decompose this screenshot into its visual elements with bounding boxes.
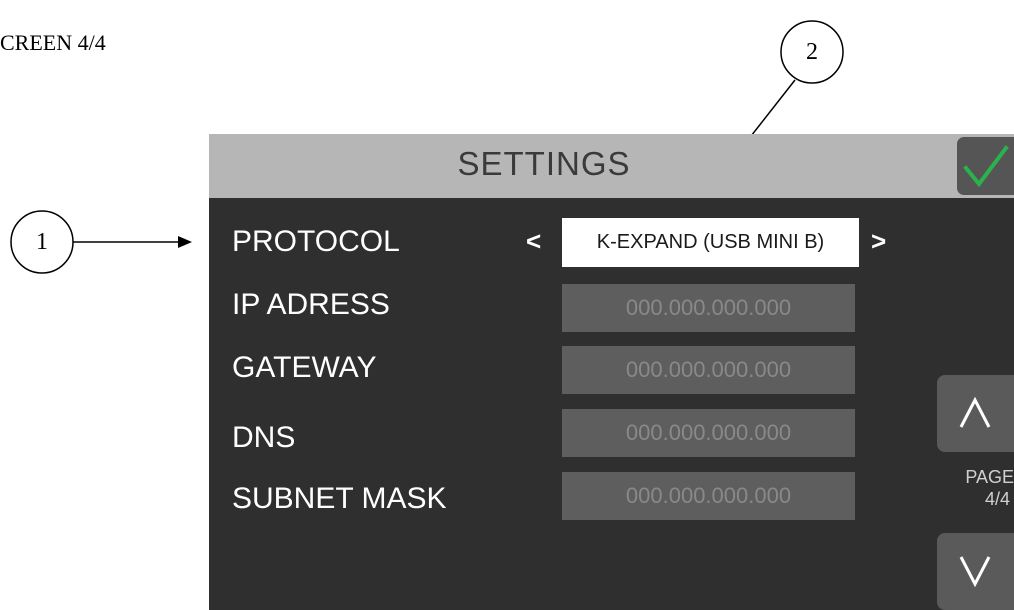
gateway-label: GATEWAY (232, 351, 377, 384)
page-title: SETTINGS (457, 145, 631, 182)
dns-label: DNS (232, 421, 296, 454)
chevron-up-icon (959, 396, 991, 428)
page-indicator: PAGE 4/4 (937, 466, 1014, 510)
gateway-field[interactable]: 000.000.000.000 (562, 346, 855, 394)
page-up-button[interactable] (937, 375, 1014, 452)
dns-field[interactable]: 000.000.000.000 (562, 409, 855, 457)
ip-address-field[interactable]: 000.000.000.000 (562, 284, 855, 332)
protocol-label: PROTOCOL (232, 225, 400, 258)
ip-address-label: IP ADRESS (232, 288, 390, 321)
subnet-mask-field[interactable]: 000.000.000.000 (562, 472, 855, 520)
callout-number-2: 2 (806, 39, 818, 65)
page-indicator-label: PAGE (965, 467, 1014, 487)
subnet-mask-label: SUBNET MASK (232, 482, 447, 515)
header-bar: SETTINGS (209, 134, 1014, 198)
page-down-button[interactable] (937, 533, 1014, 610)
confirm-button[interactable] (957, 137, 1014, 195)
callout-arrowhead-1 (178, 236, 192, 248)
chevron-down-icon (959, 556, 991, 588)
check-icon (963, 145, 1009, 188)
protocol-prev-button[interactable]: < (526, 226, 541, 257)
page-indicator-count: 4/4 (984, 489, 1010, 509)
settings-screen: SETTINGS PROTOCOL < K-EXPAND (USB MINI B… (209, 134, 1014, 610)
document-caption: CREEN 4/4 (0, 30, 106, 55)
protocol-next-button[interactable]: > (871, 226, 886, 257)
protocol-value[interactable]: K-EXPAND (USB MINI B) (562, 218, 859, 267)
callout-number-1: 1 (36, 229, 48, 255)
